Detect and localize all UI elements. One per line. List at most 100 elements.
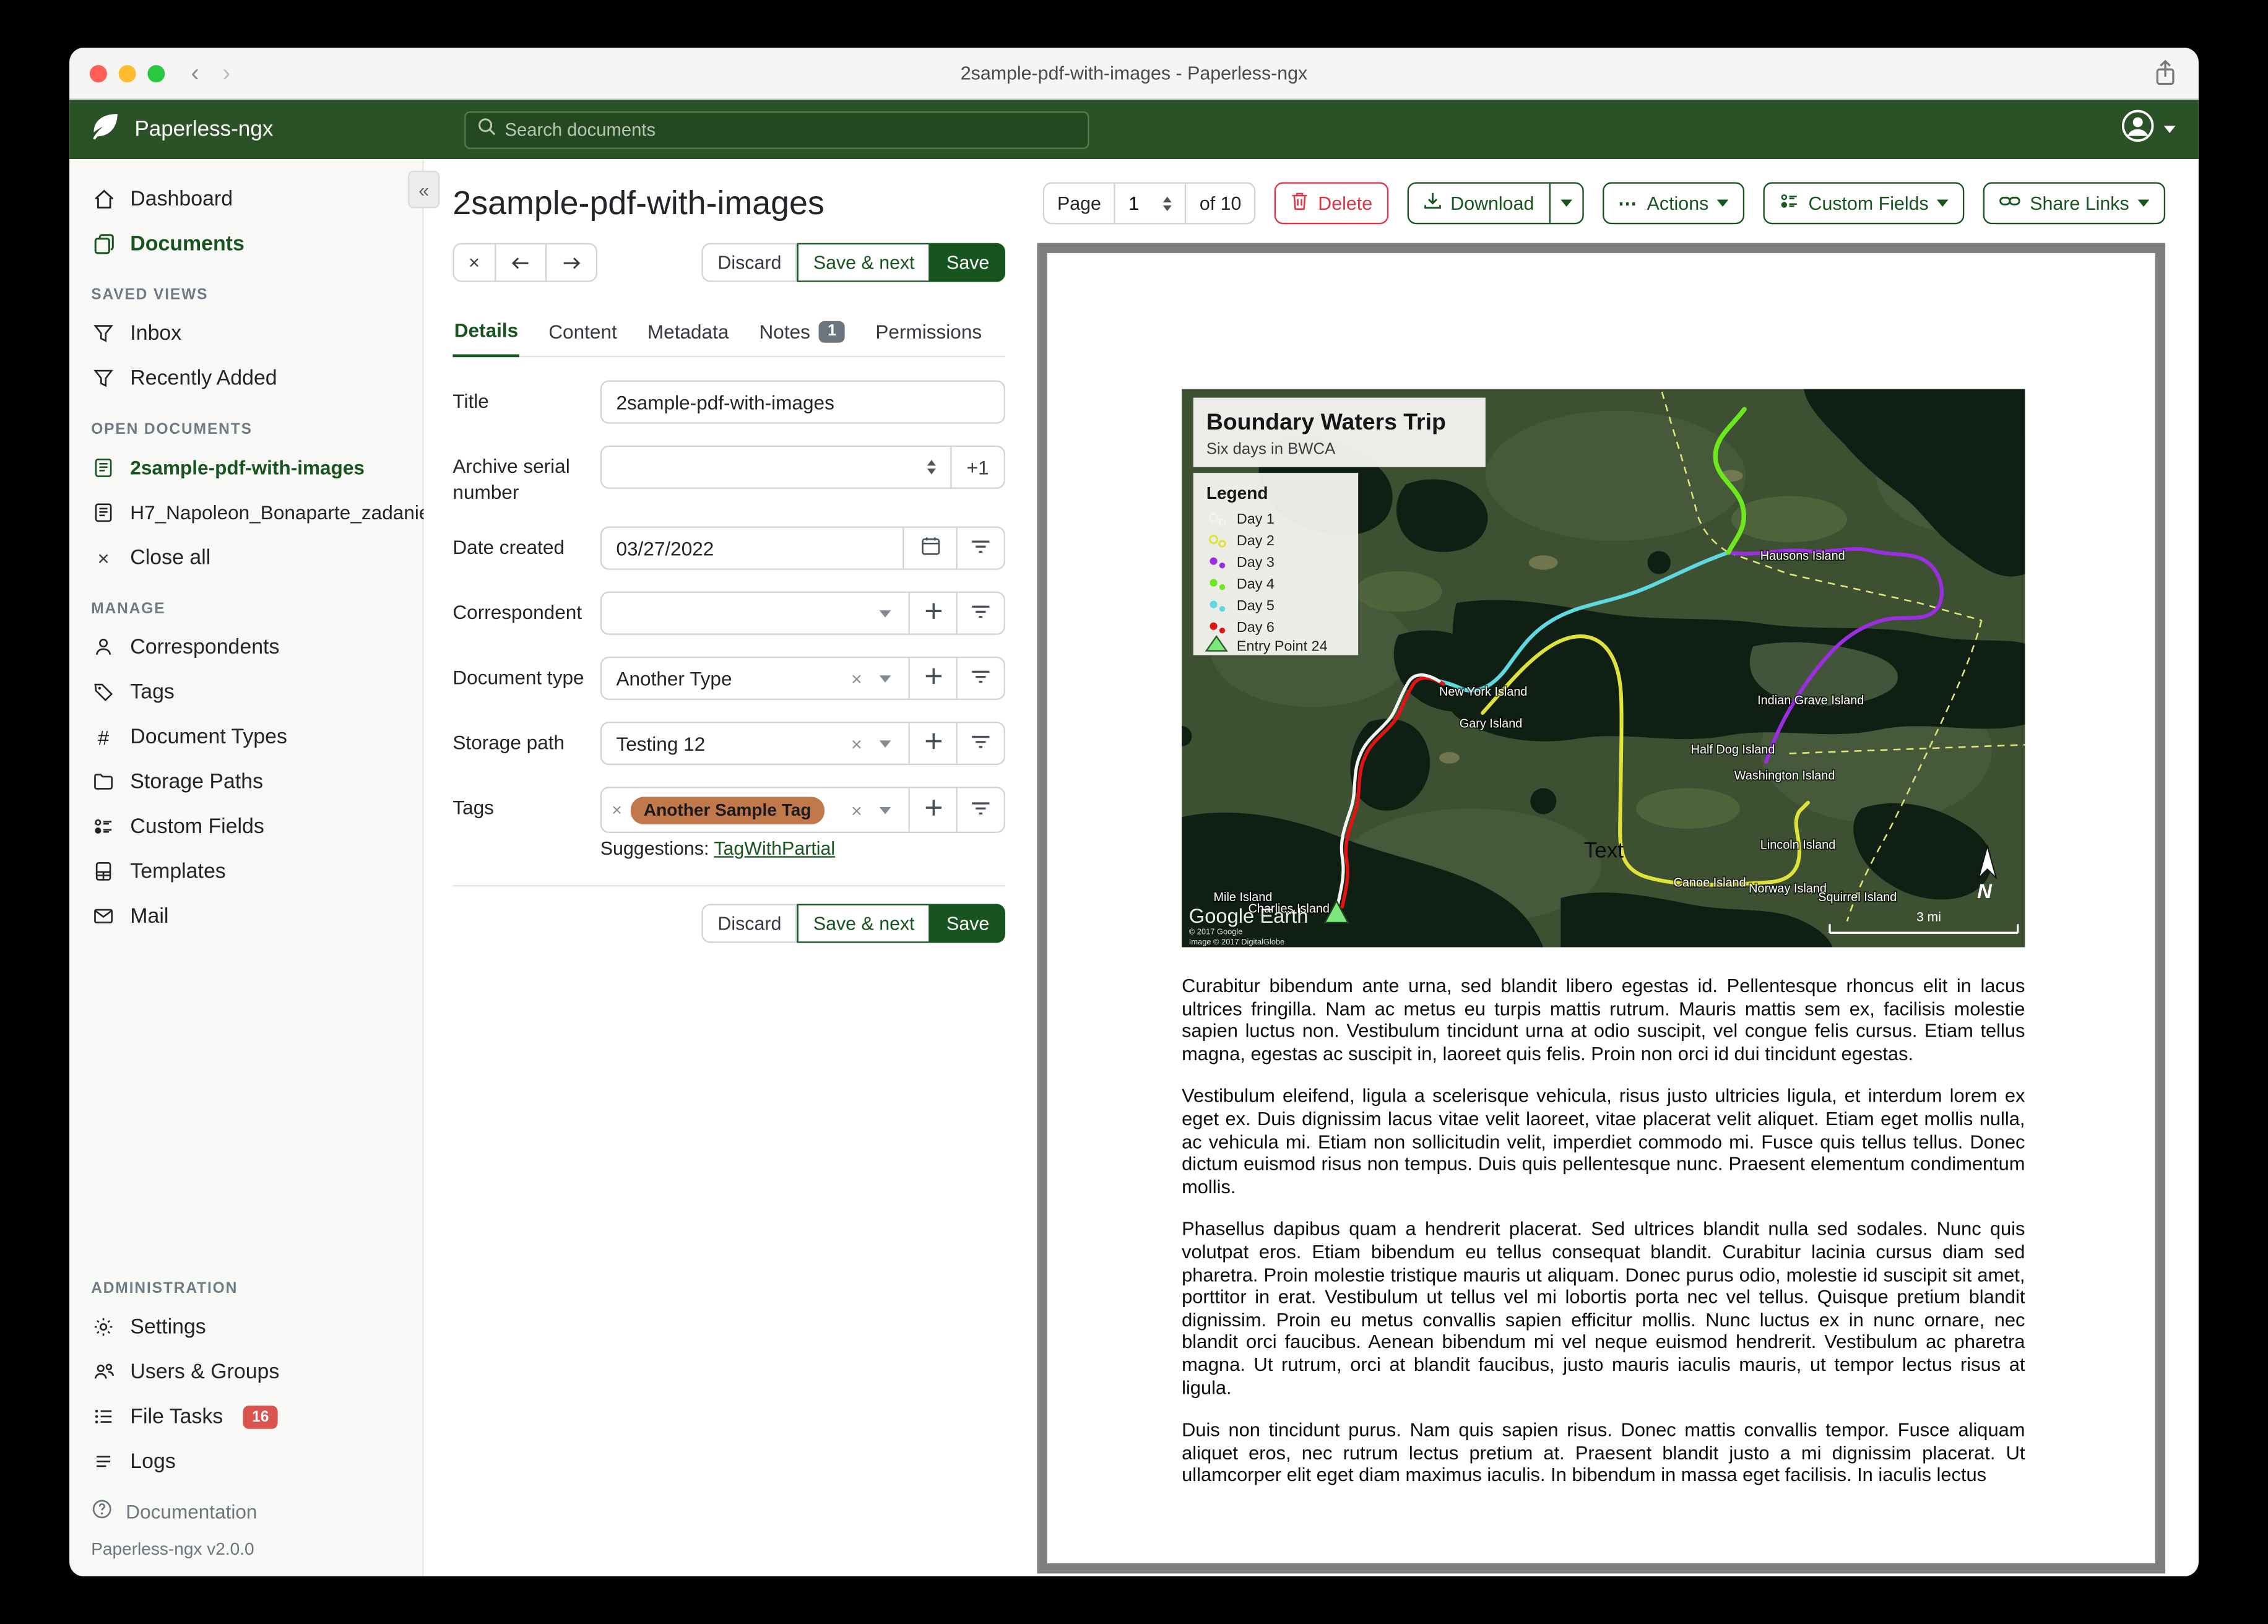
search-input[interactable] bbox=[504, 119, 1076, 140]
add-storage-path-button[interactable] bbox=[908, 723, 956, 764]
sidebar-item-templates[interactable]: Templates bbox=[69, 849, 422, 894]
svg-text:Day 1: Day 1 bbox=[1237, 511, 1275, 527]
storage-path-filter-button[interactable] bbox=[956, 723, 1004, 764]
clear-icon[interactable]: × bbox=[851, 799, 862, 821]
save-next-button[interactable]: Save & next bbox=[797, 243, 931, 282]
tab-content[interactable]: Content bbox=[547, 309, 618, 356]
home-icon bbox=[91, 188, 116, 210]
download-button[interactable]: Download bbox=[1409, 184, 1549, 223]
tab-metadata[interactable]: Metadata bbox=[646, 309, 730, 356]
sidebar-item-document-types[interactable]: # Document Types bbox=[69, 714, 422, 759]
page-stepper[interactable] bbox=[1163, 196, 1172, 210]
save-next-button-bottom[interactable]: Save & next bbox=[797, 904, 931, 943]
tags-label: Tags bbox=[452, 797, 495, 819]
storage-path-select[interactable]: Testing 12 × bbox=[602, 723, 908, 764]
discard-button[interactable]: Discard bbox=[701, 243, 798, 282]
clear-icon[interactable]: × bbox=[851, 733, 862, 754]
close-document-button[interactable]: × bbox=[454, 244, 495, 281]
tags-select[interactable]: × Another Sample Tag × bbox=[602, 788, 908, 832]
page-number-field[interactable] bbox=[1114, 183, 1185, 223]
add-tag-button[interactable] bbox=[908, 788, 956, 832]
brand[interactable]: Paperless-ngx bbox=[69, 111, 423, 147]
log-lines-icon bbox=[91, 1451, 116, 1472]
sidebar-item-documentation[interactable]: Documentation bbox=[91, 1498, 422, 1524]
title-input[interactable] bbox=[616, 391, 990, 413]
save-button-bottom[interactable]: Save bbox=[930, 904, 1006, 943]
map-text-annotation: Text bbox=[1584, 839, 1624, 863]
forward-icon[interactable]: › bbox=[222, 48, 230, 99]
document-preview[interactable]: Hausons Island New York Island Gary Isla… bbox=[1037, 243, 2166, 1574]
user-menu[interactable] bbox=[2121, 108, 2176, 150]
tab-details[interactable]: Details bbox=[452, 309, 520, 358]
map-label: Squirrel Island bbox=[1818, 891, 1897, 904]
close-window-button[interactable] bbox=[89, 64, 107, 82]
discard-button-bottom[interactable]: Discard bbox=[701, 904, 798, 943]
next-document-button[interactable] bbox=[544, 244, 595, 281]
date-created-label: Date created bbox=[452, 537, 565, 559]
delete-button[interactable]: Delete bbox=[1275, 182, 1388, 225]
date-created-input[interactable] bbox=[616, 537, 888, 559]
sidebar-open-doc-2[interactable]: H7_Napoleon_Bonaparte_zadanie bbox=[69, 490, 430, 535]
sidebar-item-users-groups[interactable]: Users & Groups bbox=[69, 1349, 422, 1394]
sidebar-item-recently-added[interactable]: Recently Added bbox=[69, 356, 422, 400]
date-picker-button[interactable] bbox=[902, 528, 956, 569]
remove-tag-icon[interactable]: × bbox=[612, 800, 621, 820]
collapse-sidebar-button[interactable]: « bbox=[407, 170, 440, 209]
correspondent-filter-button[interactable] bbox=[956, 593, 1004, 634]
plus-icon bbox=[924, 798, 942, 821]
tag-chip[interactable]: Another Sample Tag bbox=[630, 796, 825, 824]
asn-stepper[interactable] bbox=[927, 460, 936, 475]
map-legend: Legend Day 1 Day 2 Day 3 Day 4 Day 5 Day… bbox=[1193, 473, 1359, 655]
sidebar-item-tags[interactable]: Tags bbox=[69, 670, 422, 714]
document-type-select[interactable]: Another Type × bbox=[602, 658, 908, 698]
page-number-input[interactable] bbox=[1128, 192, 1158, 214]
template-file-icon bbox=[91, 860, 116, 882]
chevron-down-icon bbox=[2163, 126, 2176, 133]
suggestion-tag-link[interactable]: TagWithPartial bbox=[714, 837, 835, 859]
sidebar-item-settings[interactable]: Settings bbox=[69, 1305, 422, 1349]
sidebar-item-correspondents[interactable]: Correspondents bbox=[69, 624, 422, 669]
correspondent-select[interactable] bbox=[602, 593, 908, 633]
chevron-down-icon bbox=[879, 806, 891, 814]
save-button[interactable]: Save bbox=[930, 243, 1006, 282]
clear-icon[interactable]: × bbox=[851, 668, 862, 689]
paragraph: Curabitur bibendum ante urna, sed blandi… bbox=[1182, 974, 2025, 1065]
sidebar-open-doc-1[interactable]: 2sample-pdf-with-images bbox=[69, 446, 422, 490]
sidebar-item-storage-paths[interactable]: Storage Paths bbox=[69, 759, 422, 804]
zoom-window-button[interactable] bbox=[147, 64, 165, 82]
document-type-filter-button[interactable] bbox=[956, 658, 1004, 699]
sidebar-item-inbox[interactable]: Inbox bbox=[69, 311, 422, 355]
tab-permissions[interactable]: Permissions bbox=[874, 309, 983, 356]
paragraph: Duis non tincidunt purus. Nam quis sapie… bbox=[1182, 1419, 2025, 1486]
correspondent-label: Correspondent bbox=[452, 602, 582, 624]
gear-icon bbox=[91, 1316, 116, 1337]
sidebar-item-logs[interactable]: Logs bbox=[69, 1439, 422, 1484]
sidebar-item-file-tasks[interactable]: File Tasks 16 bbox=[69, 1394, 422, 1439]
file-text-icon bbox=[91, 502, 116, 524]
sidebar-item-documents[interactable]: Documents bbox=[69, 222, 422, 266]
traffic-lights bbox=[89, 64, 165, 82]
back-icon[interactable]: ‹ bbox=[191, 48, 199, 99]
date-filter-button[interactable] bbox=[956, 528, 1004, 569]
tags-filter-button[interactable] bbox=[956, 788, 1004, 832]
search-box[interactable] bbox=[464, 110, 1089, 149]
tab-notes[interactable]: Notes 1 bbox=[758, 309, 846, 356]
add-document-type-button[interactable] bbox=[908, 658, 956, 699]
share-links-button[interactable]: Share Links bbox=[1983, 182, 2166, 225]
sidebar-item-custom-fields[interactable]: Custom Fields bbox=[69, 804, 422, 849]
download-more-button[interactable] bbox=[1548, 183, 1582, 223]
share-icon[interactable] bbox=[2152, 59, 2178, 95]
sidebar-item-dashboard[interactable]: Dashboard bbox=[69, 176, 422, 221]
add-correspondent-button[interactable] bbox=[908, 593, 956, 634]
sidebar-close-all[interactable]: × Close all bbox=[69, 535, 422, 580]
sidebar-item-mail[interactable]: Mail bbox=[69, 894, 422, 938]
asn-plus-one-button[interactable]: +1 bbox=[950, 447, 1004, 488]
asn-input[interactable] bbox=[616, 456, 914, 478]
ellipsis-icon: ⋯ bbox=[1617, 191, 1638, 214]
sidebar: Dashboard Documents SAVED VIEWS Inbox Re… bbox=[69, 159, 430, 1577]
custom-fields-button[interactable]: Custom Fields bbox=[1764, 182, 1965, 225]
previous-document-button[interactable] bbox=[494, 244, 545, 281]
minimize-window-button[interactable] bbox=[118, 64, 136, 82]
doc-nav-group: × bbox=[452, 243, 597, 282]
actions-button[interactable]: ⋯ Actions bbox=[1602, 182, 1745, 225]
